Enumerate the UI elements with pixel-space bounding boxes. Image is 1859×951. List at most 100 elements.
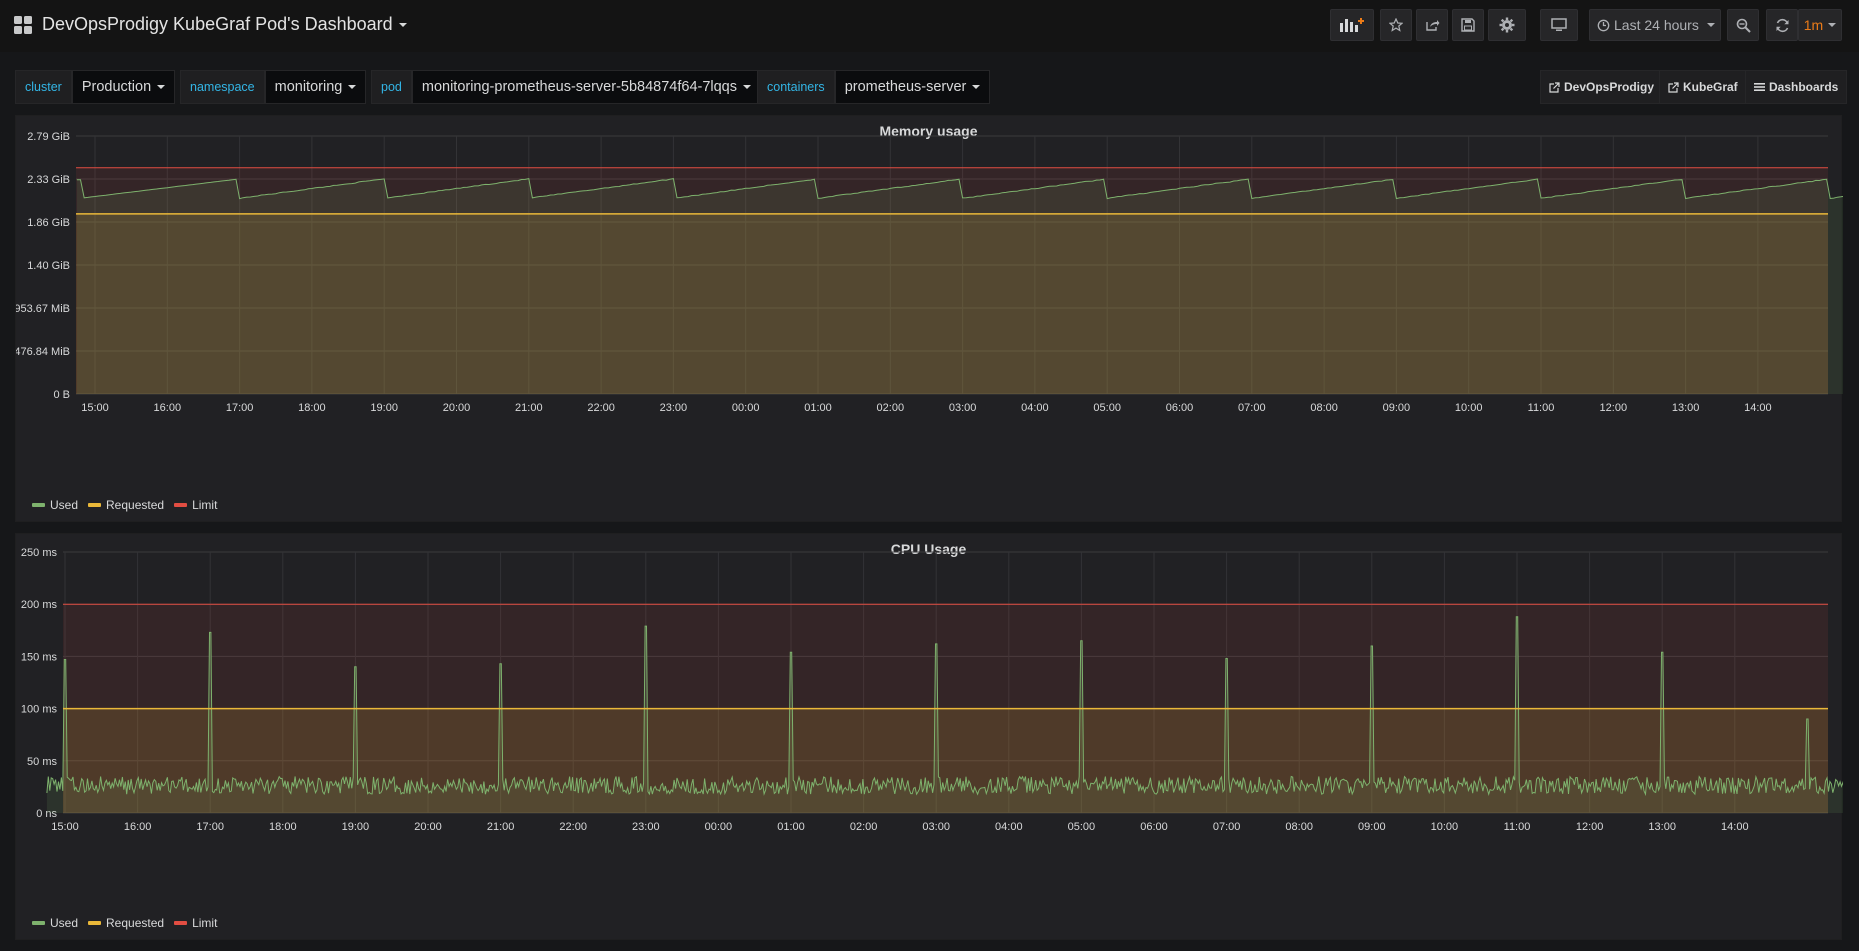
y-tick-label: 150 ms — [21, 651, 58, 663]
x-tick-label: 03:00 — [922, 821, 950, 833]
y-tick-label: 2.33 GiB — [27, 174, 70, 186]
link-label: Dashboards — [1769, 80, 1839, 94]
legend-item-used[interactable]: Used — [32, 498, 78, 512]
chevron-down-icon — [398, 23, 407, 28]
x-tick-label: 19:00 — [370, 402, 398, 414]
memory-usage-chart[interactable]: 0 B 476.84 MiB 953.67 MiB 1.40 GiB 1.86 GiB 2… — [16, 116, 1843, 523]
x-tick-label: 07:00 — [1238, 402, 1266, 414]
dashboard-title[interactable]: DevOpsProdigy KubeGraf Pod's Dashboard — [42, 14, 407, 35]
x-tick-label: 22:00 — [587, 402, 615, 414]
template-variables-row: cluster Production namespace monitoring … — [0, 68, 1859, 106]
chevron-down-icon — [972, 85, 981, 89]
variable-pod-select[interactable]: monitoring-prometheus-server-5b84874f64-… — [411, 70, 762, 104]
variable-cluster: cluster Production — [15, 70, 176, 104]
x-tick-label: 20:00 — [443, 402, 471, 414]
zoom-out-icon — [1736, 18, 1751, 33]
variable-namespace: namespace monitoring — [180, 70, 367, 104]
y-tick-label: 200 ms — [21, 599, 58, 611]
x-tick-label: 19:00 — [342, 821, 370, 833]
x-tick-label: 05:00 — [1068, 821, 1096, 833]
share-button[interactable] — [1416, 9, 1448, 41]
x-tick-label: 03:00 — [949, 402, 977, 414]
menu-icon — [1754, 83, 1765, 91]
variable-pod: pod monitoring-prometheus-server-5b84874… — [371, 70, 762, 104]
cpu-legend: Used Requested Limit — [32, 916, 217, 930]
legend-item-used[interactable]: Used — [32, 916, 78, 930]
refresh-interval-picker[interactable]: 1m — [1798, 9, 1842, 41]
x-tick-label: 01:00 — [777, 821, 805, 833]
x-tick-label: 07:00 — [1213, 821, 1241, 833]
y-tick-label: 476.84 MiB — [16, 346, 70, 358]
x-tick-label: 23:00 — [660, 402, 688, 414]
time-picker-button[interactable]: Last 24 hours — [1589, 9, 1721, 41]
chevron-down-icon — [743, 85, 752, 89]
legend-swatch — [88, 921, 102, 925]
y-tick-label: 1.86 GiB — [27, 217, 70, 229]
top-navbar: DevOpsProdigy KubeGraf Pod's Dashboard L… — [0, 0, 1859, 52]
refresh-button[interactable] — [1766, 9, 1798, 41]
x-tick-label: 06:00 — [1140, 821, 1168, 833]
x-tick-label: 14:00 — [1744, 402, 1772, 414]
x-tick-label: 08:00 — [1310, 402, 1338, 414]
link-dashboards[interactable]: Dashboards — [1745, 70, 1848, 104]
dashboard-grid-icon[interactable] — [14, 16, 32, 34]
y-tick-label: 100 ms — [21, 704, 58, 716]
x-tick-label: 04:00 — [995, 821, 1023, 833]
clock-icon — [1597, 19, 1610, 31]
x-tick-label: 23:00 — [632, 821, 660, 833]
chevron-down-icon — [1706, 23, 1715, 27]
tv-mode-icon — [1551, 18, 1567, 31]
save-button[interactable] — [1452, 9, 1484, 41]
legend-label: Used — [50, 498, 79, 512]
zoom-out-button[interactable] — [1727, 9, 1759, 41]
legend-item-limit[interactable]: Limit — [174, 498, 217, 512]
add-panel-icon — [1340, 18, 1364, 32]
variable-label: namespace — [180, 70, 265, 104]
y-tick-label: 250 ms — [21, 547, 58, 559]
x-tick-label: 02:00 — [877, 402, 905, 414]
settings-icon — [1499, 17, 1515, 33]
legend-swatch — [32, 503, 45, 507]
x-tick-label: 09:00 — [1383, 402, 1411, 414]
add-panel-button[interactable] — [1330, 9, 1374, 41]
variable-containers-select[interactable]: prometheus-server — [834, 70, 991, 104]
x-tick-label: 12:00 — [1576, 821, 1604, 833]
legend-label: Requested — [106, 498, 165, 512]
x-tick-label: 08:00 — [1285, 821, 1313, 833]
y-tick-label: 953.67 MiB — [16, 303, 70, 315]
variable-value: prometheus-server — [844, 79, 967, 95]
legend-swatch — [32, 921, 45, 925]
legend-label: Used — [50, 916, 79, 930]
x-tick-label: 16:00 — [124, 821, 152, 833]
x-tick-label: 16:00 — [154, 402, 182, 414]
variable-label: cluster — [15, 70, 72, 104]
x-tick-label: 10:00 — [1431, 821, 1459, 833]
legend-item-limit[interactable]: Limit — [174, 916, 217, 930]
chevron-down-icon — [157, 85, 166, 89]
x-tick-label: 05:00 — [1093, 402, 1121, 414]
external-link-icon — [1549, 81, 1560, 93]
time-range-label: Last 24 hours — [1614, 17, 1699, 33]
variable-cluster-select[interactable]: Production — [71, 70, 176, 104]
legend-item-requested[interactable]: Requested — [88, 916, 164, 930]
star-button[interactable] — [1380, 9, 1412, 41]
chevron-down-icon — [1828, 23, 1837, 27]
used-area — [76, 178, 1843, 394]
link-kubegraf[interactable]: KubeGraf — [1659, 70, 1747, 104]
memory-legend: Used Requested Limit — [32, 498, 217, 512]
x-tick-label: 13:00 — [1672, 402, 1700, 414]
legend-swatch — [88, 503, 102, 507]
cpu-usage-chart[interactable]: 0 ns50 ms100 ms150 ms200 ms250 ms15:00 16… — [16, 534, 1843, 941]
settings-button[interactable] — [1488, 9, 1526, 41]
legend-label: Requested — [106, 916, 165, 930]
variable-containers: containers prometheus-server — [757, 70, 991, 104]
legend-item-requested[interactable]: Requested — [88, 498, 164, 512]
tv-mode-button[interactable] — [1540, 9, 1578, 41]
refresh-icon — [1776, 18, 1788, 32]
link-devopsprodigy[interactable]: DevOpsProdigy — [1540, 70, 1664, 104]
y-tick-label: 1.40 GiB — [27, 260, 70, 272]
y-tick-label: 50 ms — [27, 756, 57, 768]
legend-label: Limit — [192, 498, 218, 512]
variable-value: monitoring-prometheus-server-5b84874f64-… — [421, 79, 738, 95]
variable-namespace-select[interactable]: monitoring — [264, 70, 367, 104]
